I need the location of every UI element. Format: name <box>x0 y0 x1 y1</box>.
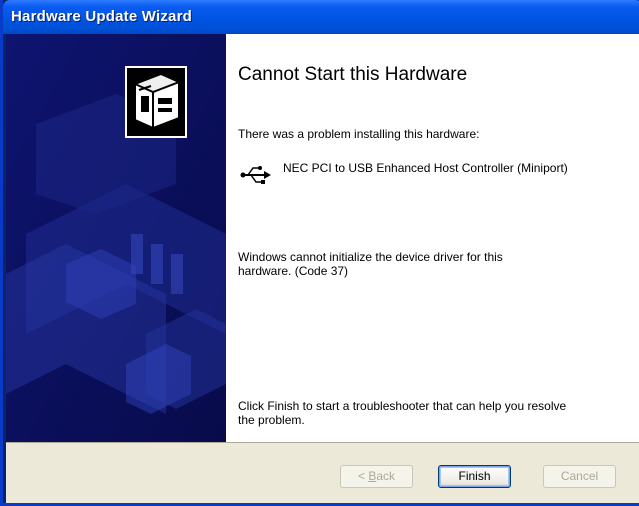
wizard-window: Hardware Update Wizard Cannot Start this… <box>0 0 639 506</box>
cancel-button[interactable]: Cancel <box>543 465 616 488</box>
wizard-side-graphic <box>6 34 226 442</box>
back-button-rest: ack <box>376 469 396 483</box>
error-message-line1: Windows cannot initialize the device dri… <box>238 250 503 264</box>
back-button-prefix: < <box>357 469 369 483</box>
page-title: Cannot Start this Hardware <box>238 64 468 85</box>
error-message-line2: hardware. (Code 37) <box>238 264 349 278</box>
finish-button[interactable]: Finish <box>438 465 511 488</box>
back-button[interactable]: < Back <box>340 465 413 488</box>
finish-instruction-line2: the problem. <box>238 413 305 427</box>
wizard-client-area: Cannot Start this Hardware There was a p… <box>6 34 639 503</box>
hardware-box-icon <box>125 66 187 138</box>
button-bar: < Back Finish Cancel <box>6 442 639 503</box>
usb-icon <box>240 166 271 184</box>
wizard-content: Cannot Start this Hardware There was a p… <box>226 34 639 442</box>
finish-instruction-line1: Click Finish to start a troubleshooter t… <box>238 399 567 413</box>
window-title: Hardware Update Wizard <box>11 8 192 25</box>
device-name: NEC PCI to USB Enhanced Host Controller … <box>283 161 568 175</box>
title-bar[interactable]: Hardware Update Wizard <box>3 0 639 34</box>
intro-text: There was a problem installing this hard… <box>238 127 480 141</box>
wizard-background-art <box>6 34 226 442</box>
